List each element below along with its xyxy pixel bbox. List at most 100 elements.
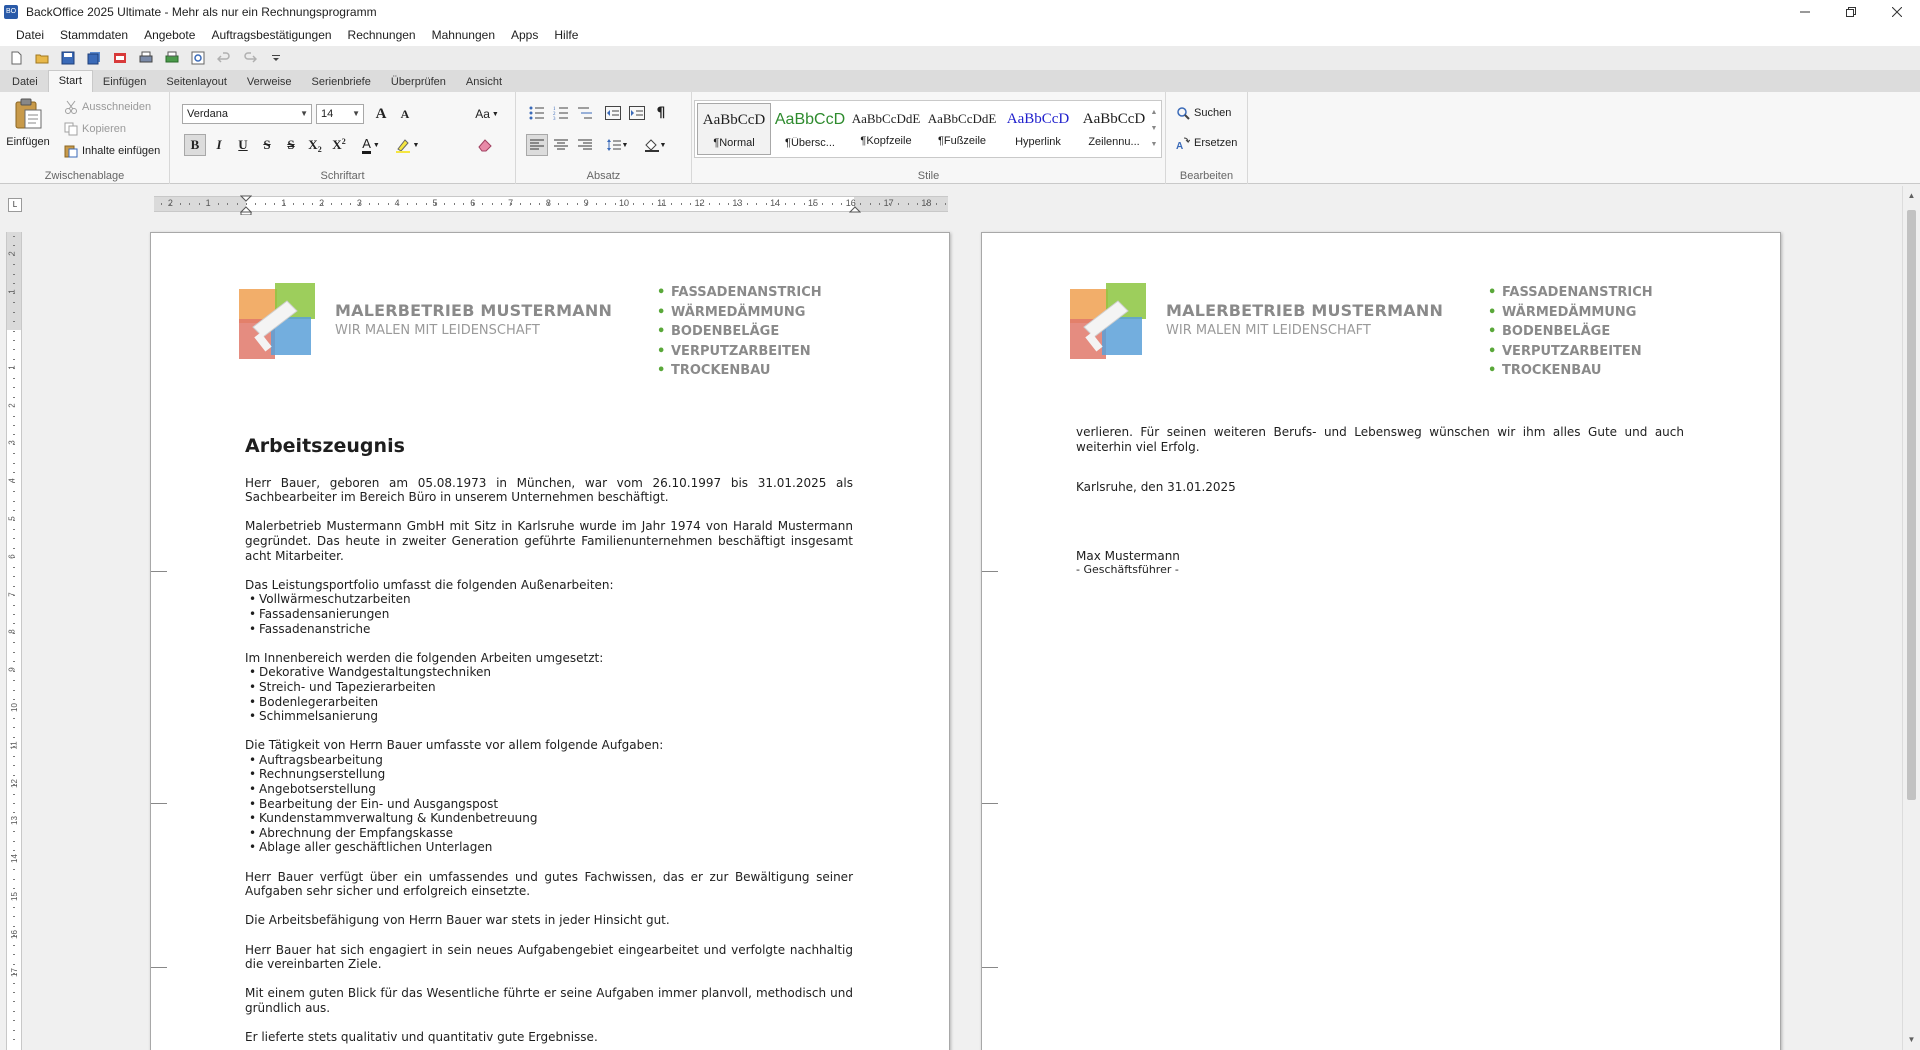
grow-font-button[interactable]: A xyxy=(370,103,392,125)
strikethrough-button[interactable]: S xyxy=(256,134,278,156)
tab-einfuegen[interactable]: Einfügen xyxy=(93,72,156,92)
menu-angebote[interactable]: Angebote xyxy=(136,24,203,46)
copy-button[interactable]: Kopieren xyxy=(64,122,126,136)
menu-mahnungen[interactable]: Mahnungen xyxy=(424,24,503,46)
line-spacing-button[interactable]: ▼ xyxy=(602,134,632,156)
menu-apps[interactable]: Apps xyxy=(503,24,546,46)
font-family-select[interactable]: Verdana ▼ xyxy=(182,104,312,124)
italic-button[interactable]: I xyxy=(208,134,230,156)
menu-rechnungen[interactable]: Rechnungen xyxy=(340,24,424,46)
minimize-icon[interactable] xyxy=(1782,0,1828,24)
tab-verweise[interactable]: Verweise xyxy=(237,72,302,92)
subscript-button[interactable]: X2 xyxy=(304,134,326,156)
save-all-icon[interactable] xyxy=(84,48,104,68)
tab-ueberpruefen[interactable]: Überprüfen xyxy=(381,72,456,92)
paste-contents-button[interactable]: Inhalte einfügen xyxy=(64,144,160,158)
ruler-tick xyxy=(13,821,15,823)
save-icon[interactable] xyxy=(58,48,78,68)
pdf-icon[interactable] xyxy=(110,48,130,68)
document-body[interactable]: verlieren. Für seinen weiteren Berufs- u… xyxy=(1076,425,1684,578)
ruler-tick xyxy=(349,203,351,205)
new-document-icon[interactable] xyxy=(6,48,26,68)
menu-hilfe[interactable]: Hilfe xyxy=(546,24,586,46)
numbered-list-button[interactable]: 123 xyxy=(550,102,572,124)
style-hyperlink[interactable]: AaBbCcD Hyperlink xyxy=(1001,103,1075,155)
find-button[interactable]: Suchen xyxy=(1176,106,1231,120)
scroll-up-icon[interactable]: ▲ xyxy=(1903,188,1920,204)
double-strikethrough-button[interactable]: S xyxy=(280,134,302,156)
decrease-indent-button[interactable] xyxy=(602,102,624,124)
undo-icon[interactable] xyxy=(214,48,234,68)
font-color-button[interactable]: A ▼ xyxy=(356,134,386,156)
customize-dropdown-icon[interactable] xyxy=(266,48,286,68)
print-preview-icon[interactable] xyxy=(188,48,208,68)
tab-datei[interactable]: Datei xyxy=(2,72,48,92)
ruler-tick xyxy=(13,425,15,426)
print-icon[interactable] xyxy=(136,48,156,68)
menu-stammdaten[interactable]: Stammdaten xyxy=(52,24,136,46)
tab-stop-selector[interactable]: L xyxy=(8,198,22,212)
document-page-2[interactable]: MALERBETRIEB MUSTERMANN WIR MALEN MIT LE… xyxy=(981,232,1781,1050)
restore-icon[interactable] xyxy=(1828,0,1874,24)
align-center-button[interactable] xyxy=(550,134,572,156)
tab-seitenlayout[interactable]: Seitenlayout xyxy=(156,72,237,92)
clear-formatting-button[interactable] xyxy=(474,134,496,156)
gallery-expand-icon[interactable]: ▼ xyxy=(1149,137,1159,153)
redo-icon[interactable] xyxy=(240,48,260,68)
style-heading[interactable]: AaBbCcD ¶Übersc... xyxy=(773,103,847,155)
ruler-tick xyxy=(13,850,15,852)
ruler-tick xyxy=(13,708,15,710)
ruler-tick xyxy=(387,203,389,205)
vertical-scrollbar[interactable]: ▲ ▼ xyxy=(1902,186,1920,1050)
tab-serienbriefe[interactable]: Serienbriefe xyxy=(302,72,381,92)
highlight-button[interactable]: ▼ xyxy=(392,134,422,156)
style-gallery-scroll[interactable]: ▲ ▼ ▼ xyxy=(1149,105,1159,155)
signer-name: Max Mustermann xyxy=(1076,548,1180,563)
indent-marker-icon[interactable] xyxy=(240,195,252,215)
underline-button[interactable]: U xyxy=(232,134,254,156)
ruler-tick xyxy=(680,203,682,205)
list-item: • Auftragsbearbeitung xyxy=(249,752,383,767)
replace-button[interactable]: A Ersetzen xyxy=(1176,136,1237,150)
font-size-select[interactable]: 14 ▼ xyxy=(316,104,364,124)
multilevel-list-button[interactable] xyxy=(574,102,596,124)
shading-button[interactable]: ▼ xyxy=(640,134,670,156)
align-left-button[interactable] xyxy=(526,134,548,156)
scroll-thumb[interactable] xyxy=(1907,210,1916,800)
close-icon[interactable] xyxy=(1874,0,1920,24)
style-footer[interactable]: AaBbCcDdE ¶Fußzeile xyxy=(925,103,999,155)
tab-start[interactable]: Start xyxy=(47,70,93,92)
menu-auftragsbestaetigungen[interactable]: Auftragsbestätigungen xyxy=(203,24,339,46)
show-formatting-marks-button[interactable]: ¶ xyxy=(650,102,672,124)
menu-datei[interactable]: Datei xyxy=(8,24,52,46)
superscript-button[interactable]: X2 xyxy=(328,134,350,156)
horizontal-ruler[interactable]: 21123456789101112131415161718 xyxy=(154,195,948,215)
scroll-down-icon[interactable]: ▼ xyxy=(1903,1032,1920,1048)
ruler-tick xyxy=(850,203,852,205)
chevron-down-icon[interactable]: ▼ xyxy=(1149,121,1159,137)
bold-button[interactable]: B xyxy=(184,134,206,156)
document-body[interactable]: Arbeitszeugnis Herr Bauer, geboren am 05… xyxy=(245,437,853,1050)
vertical-ruler[interactable]: 2 1 1 2 3 4 5 6 7 8 9 10 11 12 13 14 15 16 17 xyxy=(6,232,22,1050)
bullet-list-button[interactable] xyxy=(526,102,548,124)
ruler-tick xyxy=(444,203,446,205)
style-line-number[interactable]: AaBbCcD Zeilennu... xyxy=(1077,103,1151,155)
cut-button[interactable]: Ausschneiden xyxy=(64,100,151,114)
ruler-tick xyxy=(841,203,843,205)
increase-indent-button[interactable] xyxy=(626,102,648,124)
ruler-tick xyxy=(491,203,493,205)
change-case-button[interactable]: Aa ▼ xyxy=(472,103,502,125)
style-gallery: AaBbCcD ¶Normal AaBbCcD ¶Übersc... AaBbC… xyxy=(694,100,1162,158)
shrink-font-button[interactable]: A xyxy=(394,103,416,125)
style-normal[interactable]: AaBbCcD ¶Normal xyxy=(697,103,771,155)
style-header[interactable]: AaBbCcDdE ¶Kopfzeile xyxy=(849,103,923,155)
document-page-1[interactable]: MALERBETRIEB MUSTERMANN WIR MALEN MIT LE… xyxy=(150,232,950,1050)
document-area[interactable]: MALERBETRIEB MUSTERMANN WIR MALEN MIT LE… xyxy=(24,216,1902,1050)
service-label: VERPUTZARBEITEN xyxy=(1502,343,1642,359)
quick-print-icon[interactable] xyxy=(162,48,182,68)
tab-ansicht[interactable]: Ansicht xyxy=(456,72,512,92)
paste-button[interactable]: Einfügen xyxy=(6,98,50,156)
align-right-button[interactable] xyxy=(574,134,596,156)
chevron-up-icon[interactable]: ▲ xyxy=(1149,105,1159,121)
open-folder-icon[interactable] xyxy=(32,48,52,68)
